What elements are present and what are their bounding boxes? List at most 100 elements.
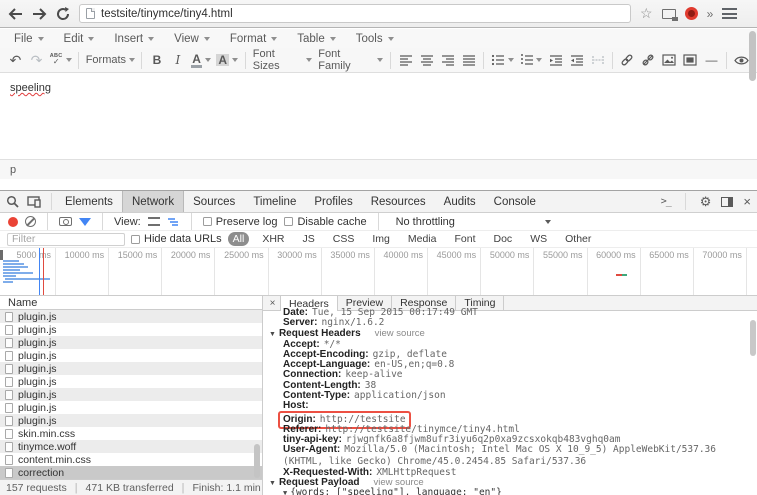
close-icon[interactable]: × bbox=[743, 194, 751, 209]
menu-icon[interactable] bbox=[722, 8, 737, 19]
table-row[interactable]: tinymce.woff bbox=[0, 440, 262, 453]
clear-icon[interactable] bbox=[25, 216, 36, 227]
filter-icon[interactable] bbox=[79, 218, 91, 226]
menu-file[interactable]: File bbox=[4, 29, 54, 48]
remove-link-button[interactable] bbox=[638, 50, 659, 71]
triangle-down-icon[interactable]: ▼ bbox=[283, 489, 287, 495]
table-row[interactable]: plugin.js bbox=[0, 310, 262, 323]
filter-input[interactable] bbox=[7, 233, 125, 246]
tab-profiles[interactable]: Profiles bbox=[305, 191, 361, 212]
table-row[interactable]: plugin.js bbox=[0, 388, 262, 401]
type-filter-other[interactable]: Other bbox=[560, 232, 596, 246]
bookmark-star-icon[interactable]: ☆ bbox=[640, 5, 653, 22]
type-filter-img[interactable]: Img bbox=[367, 232, 395, 246]
hide-data-urls-checkbox[interactable]: Hide data URLs bbox=[131, 233, 222, 245]
requests-scrollbar-thumb[interactable] bbox=[254, 444, 260, 478]
align-left-button[interactable] bbox=[395, 50, 416, 71]
insert-image-button[interactable] bbox=[659, 50, 680, 71]
type-filter-media[interactable]: Media bbox=[403, 232, 442, 246]
type-filter-doc[interactable]: Doc bbox=[489, 232, 518, 246]
menu-table[interactable]: Table bbox=[287, 29, 346, 48]
element-path[interactable]: p bbox=[10, 164, 16, 176]
tab-resources[interactable]: Resources bbox=[362, 191, 435, 212]
align-justify-button[interactable] bbox=[458, 50, 479, 71]
italic-button[interactable]: I bbox=[167, 50, 188, 71]
insert-media-button[interactable] bbox=[680, 50, 701, 71]
numbered-list-button[interactable] bbox=[517, 50, 545, 71]
name-column-header[interactable]: Name bbox=[0, 296, 262, 310]
page-scrollbar-thumb[interactable] bbox=[749, 31, 756, 81]
triangle-down-icon[interactable]: ▼ bbox=[269, 331, 276, 338]
triangle-down-icon[interactable]: ▼ bbox=[269, 480, 276, 487]
preserve-log-checkbox[interactable]: Preserve log bbox=[203, 216, 278, 228]
device-toolbar-icon[interactable] bbox=[27, 196, 41, 208]
bold-button[interactable]: B bbox=[146, 50, 167, 71]
menu-insert[interactable]: Insert bbox=[104, 29, 164, 48]
bullet-list-button[interactable] bbox=[488, 50, 516, 71]
menu-format[interactable]: Format bbox=[220, 29, 287, 48]
indent-button[interactable] bbox=[566, 50, 587, 71]
type-filter-js[interactable]: JS bbox=[298, 232, 320, 246]
table-row[interactable]: correction bbox=[0, 466, 262, 479]
dock-side-icon[interactable] bbox=[721, 197, 733, 207]
align-right-button[interactable] bbox=[437, 50, 458, 71]
tab-elements[interactable]: Elements bbox=[56, 191, 122, 212]
disable-cache-checkbox[interactable]: Disable cache bbox=[284, 216, 366, 228]
waterfall-view-icon[interactable] bbox=[167, 217, 180, 227]
type-filter-css[interactable]: CSS bbox=[328, 232, 360, 246]
table-row[interactable]: plugin.js bbox=[0, 401, 262, 414]
tab-timeline[interactable]: Timeline bbox=[244, 191, 305, 212]
throttling-dropdown[interactable]: No throttling bbox=[390, 216, 551, 228]
page-break-button[interactable] bbox=[587, 50, 608, 71]
horizontal-rule-button[interactable]: — bbox=[701, 50, 722, 71]
align-center-button[interactable] bbox=[416, 50, 437, 71]
tab-network[interactable]: Network bbox=[122, 191, 184, 212]
view-source-link[interactable]: view source bbox=[375, 328, 425, 339]
table-row[interactable]: plugin.js bbox=[0, 323, 262, 336]
outdent-button[interactable] bbox=[545, 50, 566, 71]
table-row[interactable]: plugin.js bbox=[0, 375, 262, 388]
details-scrollbar-thumb[interactable] bbox=[750, 320, 756, 356]
menu-edit[interactable]: Edit bbox=[54, 29, 105, 48]
gear-icon[interactable]: ⚙ bbox=[700, 194, 712, 210]
address-bar[interactable]: testsite/tinymce/tiny4.html bbox=[79, 4, 631, 23]
editor-content-area[interactable]: speeling bbox=[0, 73, 757, 159]
font-family-dropdown[interactable]: Font Family bbox=[315, 50, 386, 71]
inspect-element-icon[interactable] bbox=[6, 195, 19, 208]
formats-dropdown[interactable]: Formats bbox=[83, 50, 137, 71]
spellcheck-button[interactable]: ABC ✓ bbox=[47, 50, 74, 71]
menu-tools[interactable]: Tools bbox=[346, 29, 404, 48]
table-row[interactable]: skin.min.css bbox=[0, 427, 262, 440]
type-filter-ws[interactable]: WS bbox=[525, 232, 552, 246]
cast-icon[interactable] bbox=[662, 9, 676, 19]
redo-button[interactable]: ↷ bbox=[26, 50, 47, 71]
table-row[interactable]: plugin.js bbox=[0, 349, 262, 362]
console-drawer-icon[interactable]: >_ bbox=[661, 196, 671, 207]
large-rows-icon[interactable] bbox=[148, 217, 160, 226]
undo-button[interactable]: ↶ bbox=[5, 50, 26, 71]
table-row[interactable]: plugin.js bbox=[0, 336, 262, 349]
font-sizes-dropdown[interactable]: Font Sizes bbox=[250, 50, 316, 71]
tab-sources[interactable]: Sources bbox=[184, 191, 244, 212]
type-filter-all[interactable]: All bbox=[228, 232, 250, 246]
extensions-overflow-icon[interactable]: » bbox=[707, 7, 714, 21]
type-filter-font[interactable]: Font bbox=[449, 232, 480, 246]
screenshot-capture-icon[interactable] bbox=[59, 217, 72, 226]
table-row[interactable]: plugin.js bbox=[0, 414, 262, 427]
insert-link-button[interactable] bbox=[617, 50, 638, 71]
tab-audits[interactable]: Audits bbox=[435, 191, 485, 212]
forward-icon[interactable] bbox=[32, 8, 47, 20]
network-overview[interactable]: 5000 ms10000 ms15000 ms20000 ms25000 ms3… bbox=[0, 248, 757, 296]
text-color-button[interactable]: A bbox=[188, 50, 213, 71]
type-filter-xhr[interactable]: XHR bbox=[257, 232, 289, 246]
table-row[interactable]: plugin.js bbox=[0, 362, 262, 375]
tab-console[interactable]: Console bbox=[485, 191, 545, 212]
reload-icon[interactable] bbox=[56, 7, 70, 21]
background-color-button[interactable]: A bbox=[214, 50, 241, 71]
misspelled-word[interactable]: speeling bbox=[10, 82, 51, 94]
table-row[interactable]: content.min.css bbox=[0, 453, 262, 466]
menu-view[interactable]: View bbox=[164, 29, 220, 48]
recorder-extension-icon[interactable] bbox=[685, 7, 698, 20]
back-icon[interactable] bbox=[8, 8, 23, 20]
record-button[interactable] bbox=[8, 217, 18, 227]
